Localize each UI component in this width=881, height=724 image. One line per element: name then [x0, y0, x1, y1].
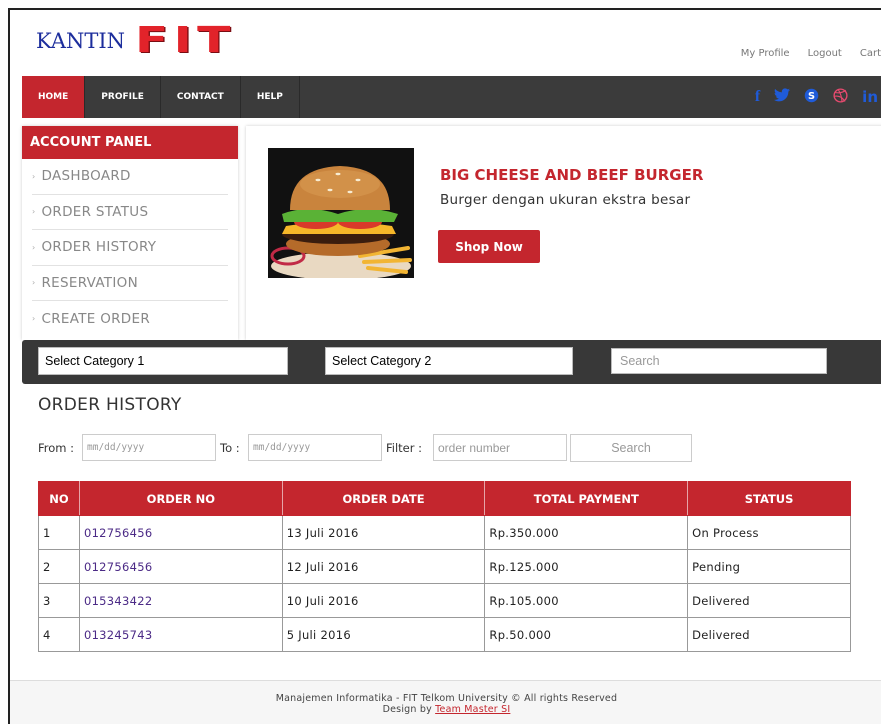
- to-label: To :: [220, 441, 240, 455]
- category-2-select[interactable]: Select Category 2: [325, 347, 573, 375]
- column-header-order-date: ORDER DATE: [281, 481, 486, 516]
- nav-help[interactable]: HELP: [241, 76, 300, 118]
- logout-link[interactable]: Logout: [808, 48, 842, 59]
- cell-no: 1: [38, 515, 80, 550]
- panel-item-order-status[interactable]: › ORDER STATUS: [32, 195, 228, 230]
- cell-status: Pending: [687, 549, 851, 584]
- nav-contact[interactable]: CONTACT: [161, 76, 241, 118]
- panel-item-order-history[interactable]: › ORDER HISTORY: [32, 230, 228, 266]
- account-panel-title: ACCOUNT PANEL: [22, 126, 238, 159]
- cell-order-no[interactable]: 012756456: [78, 549, 283, 584]
- cell-order-date: 12 Juli 2016: [281, 549, 486, 584]
- panel-item-dashboard[interactable]: › DASHBOARD: [32, 159, 228, 195]
- panel-item-reservation[interactable]: › RESERVATION: [32, 266, 228, 301]
- promo-banner: BIG CHEESE AND BEEF BURGER Burger dengan…: [246, 126, 881, 340]
- cell-order-date: 10 Juli 2016: [281, 583, 486, 618]
- site-logo[interactable]: KANTIN FIT: [36, 23, 230, 59]
- main-nav: HOME PROFILE CONTACT HELP f S in: [22, 76, 881, 118]
- order-number-filter-input[interactable]: order number: [433, 434, 567, 461]
- my-profile-link[interactable]: My Profile: [741, 48, 790, 59]
- cell-order-no[interactable]: 012756456: [78, 515, 283, 550]
- linkedin-icon[interactable]: in: [862, 88, 878, 106]
- cell-no: 4: [38, 617, 80, 652]
- chevron-right-icon: ›: [32, 314, 36, 324]
- banner-subtitle: Burger dengan ukuran ekstra besar: [440, 192, 691, 208]
- cell-total-payment: Rp.105.000: [484, 583, 689, 618]
- panel-item-label: ORDER HISTORY: [41, 239, 157, 256]
- order-history-title: ORDER HISTORY: [38, 395, 182, 415]
- order-history-table: NO ORDER NO ORDER DATE TOTAL PAYMENT STA…: [38, 481, 851, 652]
- cell-total-payment: Rp.350.000: [484, 515, 689, 550]
- chevron-right-icon: ›: [32, 278, 36, 288]
- chevron-right-icon: ›: [32, 171, 36, 181]
- column-header-status: STATUS: [687, 481, 851, 516]
- cell-no: 2: [38, 549, 80, 584]
- column-header-no: NO: [38, 481, 80, 516]
- cell-status: Delivered: [687, 583, 851, 618]
- cell-order-no[interactable]: 015343422: [78, 583, 283, 618]
- page-footer: Manajemen Informatika - FIT Telkom Unive…: [10, 680, 881, 724]
- from-date-input[interactable]: mm/dd/yyyy: [82, 434, 216, 461]
- footer-copyright: Manajemen Informatika - FIT Telkom Unive…: [275, 693, 618, 704]
- logo-kantin-text: KANTIN: [36, 29, 126, 53]
- dribbble-icon[interactable]: [833, 87, 848, 107]
- table-row: 4 013245743 5 Juli 2016 Rp.50.000 Delive…: [38, 617, 851, 652]
- panel-item-label: ORDER STATUS: [41, 203, 149, 220]
- svg-text:S: S: [808, 90, 815, 101]
- logo-fit-text: FIT: [135, 20, 236, 61]
- table-header-row: NO ORDER NO ORDER DATE TOTAL PAYMENT STA…: [38, 481, 851, 516]
- skype-icon[interactable]: S: [804, 88, 819, 107]
- social-links: f S in: [755, 76, 878, 118]
- table-row: 2 012756456 12 Juli 2016 Rp.125.000 Pend…: [38, 549, 851, 584]
- footer-credit: Design by Team Master SI: [10, 704, 881, 715]
- cell-status: Delivered: [687, 617, 851, 652]
- panel-item-label: CREATE ORDER: [41, 310, 151, 327]
- column-header-total-payment: TOTAL PAYMENT: [484, 481, 689, 516]
- twitter-icon[interactable]: [774, 88, 791, 106]
- table-row: 3 015343422 10 Juli 2016 Rp.105.000 Deli…: [38, 583, 851, 618]
- panel-item-create-order[interactable]: › CREATE ORDER: [32, 301, 228, 337]
- category-filter-bar: Select Category 1 Select Category 2 Sear…: [22, 340, 881, 384]
- table-row: 1 012756456 13 Juli 2016 Rp.350.000 On P…: [38, 515, 851, 550]
- top-links: My Profile Logout Cart: [741, 48, 881, 59]
- team-master-si-link[interactable]: Team Master SI: [435, 704, 510, 715]
- column-header-order-no: ORDER NO: [78, 481, 283, 516]
- page-frame: KANTIN FIT My Profile Logout Cart HOME P…: [8, 8, 881, 724]
- chevron-right-icon: ›: [32, 207, 36, 217]
- cart-link[interactable]: Cart: [860, 48, 881, 59]
- burger-image: [268, 148, 414, 278]
- category-1-select[interactable]: Select Category 1: [38, 347, 288, 375]
- from-label: From :: [38, 441, 75, 455]
- to-date-input[interactable]: mm/dd/yyyy: [248, 434, 382, 461]
- cell-order-date: 5 Juli 2016: [281, 617, 486, 652]
- cell-no: 3: [38, 583, 80, 618]
- banner-title: BIG CHEESE AND BEEF BURGER: [440, 166, 704, 184]
- nav-home[interactable]: HOME: [22, 76, 86, 118]
- order-search-button[interactable]: Search: [570, 434, 692, 462]
- account-panel: ACCOUNT PANEL › DASHBOARD › ORDER STATUS ›…: [22, 126, 238, 340]
- facebook-icon[interactable]: f: [755, 88, 760, 106]
- chevron-right-icon: ›: [32, 242, 36, 252]
- cell-status: On Process: [687, 515, 851, 550]
- nav-profile[interactable]: PROFILE: [85, 76, 161, 118]
- shop-now-button[interactable]: Shop Now: [438, 230, 540, 263]
- footer-credit-prefix: Design by: [382, 704, 432, 715]
- panel-item-label: DASHBOARD: [41, 168, 131, 185]
- cell-total-payment: Rp.50.000: [484, 617, 689, 652]
- cell-total-payment: Rp.125.000: [484, 549, 689, 584]
- cell-order-date: 13 Juli 2016: [281, 515, 486, 550]
- filter-label: Filter :: [386, 441, 423, 455]
- category-search-input[interactable]: Search: [611, 348, 827, 374]
- cell-order-no[interactable]: 013245743: [78, 617, 283, 652]
- panel-item-label: RESERVATION: [41, 274, 138, 291]
